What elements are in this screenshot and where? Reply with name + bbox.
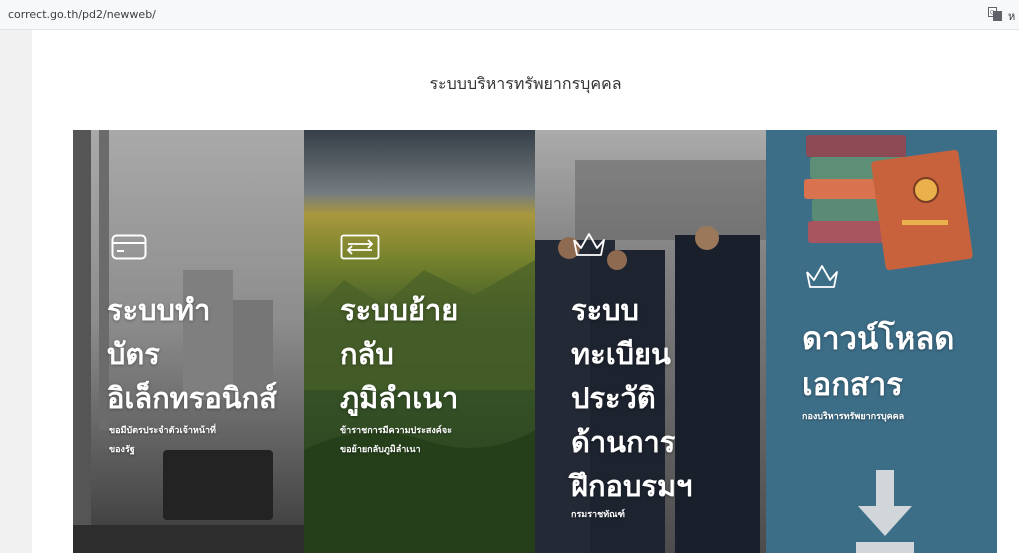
svg-text:G: G	[990, 10, 995, 17]
card-title-line: ประวัติ	[571, 381, 656, 415]
card-title-line: ระบบย้าย	[340, 293, 459, 327]
card-title-line: ระบบทำ	[107, 293, 211, 327]
card-title: ระบบ ทะเบียน ประวัติ ด้านการ ฝึกอบรมฯ	[571, 288, 692, 508]
card-download-documents[interactable]: ดาวน์โหลด เอกสาร กองบริหารทรัพยากรบุคคล	[766, 130, 997, 553]
crown-icon	[573, 233, 605, 256]
card-title-line: เอกสาร	[802, 367, 903, 403]
page-content: ระบบบริหารทรัพยากรบุคคล ระบบทำ บัตร อิเล…	[32, 30, 1019, 553]
card-subtitle: กองบริหารทรัพยากรบุคคล	[802, 408, 904, 427]
card-ecard-system[interactable]: ระบบทำ บัตร อิเล็กทรอนิกส์ ขอมีบัตรประจำ…	[73, 130, 304, 553]
card-subtitle-line: กองบริหารทรัพยากรบุคคล	[802, 412, 905, 422]
address-url[interactable]: correct.go.th/pd2/newweb/	[8, 8, 156, 21]
page-heading: ระบบบริหารทรัพยากรบุคคล	[429, 74, 622, 93]
browser-address-bar[interactable]: correct.go.th/pd2/newweb/ G ห	[0, 0, 1019, 30]
card-title-line: กลับ	[340, 337, 394, 371]
card-subtitle: ข้าราชการมีความประสงค์จะ ขอย้ายกลับภูมิล…	[340, 422, 452, 460]
id-card-icon	[111, 234, 147, 260]
card-subtitle-line: ของรัฐ	[109, 445, 135, 455]
crown-icon	[806, 265, 838, 288]
card-training-record-system[interactable]: ระบบ ทะเบียน ประวัติ ด้านการ ฝึกอบรมฯ กร…	[535, 130, 766, 553]
download-arrow-icon	[856, 470, 914, 553]
card-title-line: อิเล็กทรอนิกส์	[107, 381, 277, 415]
card-transfer-system[interactable]: ระบบย้าย กลับ ภูมิลำเนา ข้าราชการมีความป…	[304, 130, 535, 553]
transfer-arrows-icon	[340, 234, 380, 260]
card-title-line: ด้านการ	[571, 425, 676, 459]
card-subtitle: ขอมีบัตรประจำตัวเจ้าหน้าที่ ของรัฐ	[109, 422, 216, 460]
card-subtitle-line: ข้าราชการมีความประสงค์จะ	[340, 426, 452, 436]
card-subtitle: กรมราชทัณฑ์	[571, 506, 625, 525]
card-title: ระบบทำ บัตร อิเล็กทรอนิกส์	[107, 288, 277, 420]
card-subtitle-line: ขอย้ายกลับภูมิลำเนา	[340, 445, 421, 455]
overflow-glyph: ห	[1008, 10, 1016, 23]
card-title: ดาวน์โหลด เอกสาร	[802, 316, 954, 408]
card-title-line: ทะเบียน	[571, 337, 671, 371]
card-title: ระบบย้าย กลับ ภูมิลำเนา	[340, 288, 458, 420]
card-subtitle-line: ขอมีบัตรประจำตัวเจ้าหน้าที่	[109, 426, 216, 436]
card-title-line: ภูมิลำเนา	[340, 381, 459, 415]
card-title-line: บัตร	[107, 337, 160, 371]
card-title-line: ฝึกอบรมฯ	[571, 469, 693, 503]
card-title-line: ดาวน์โหลด	[802, 321, 955, 357]
card-title-line: ระบบ	[571, 293, 639, 327]
translate-icon[interactable]: G	[988, 7, 1002, 21]
card-subtitle-line: กรมราชทัณฑ์	[571, 510, 625, 520]
